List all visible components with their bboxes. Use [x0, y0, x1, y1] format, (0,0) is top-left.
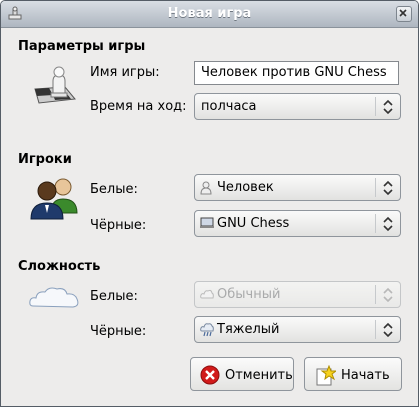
title-bar[interactable]: Новая игра — [1, 1, 418, 28]
white-difficulty-value: Обычный — [217, 287, 281, 302]
cancel-label: Отменить — [225, 368, 293, 383]
white-player-label: Белые: — [90, 182, 138, 197]
close-button[interactable] — [396, 6, 412, 22]
black-difficulty-select[interactable]: Тяжелый — [194, 316, 401, 343]
updown-arrows-icon — [383, 180, 393, 196]
white-difficulty-select[interactable]: Обычный — [194, 281, 401, 308]
new-document-icon — [316, 365, 336, 386]
updown-arrows-icon — [383, 216, 393, 232]
start-label: Начать — [341, 368, 390, 383]
players-heading: Игроки — [18, 152, 72, 167]
cancel-button[interactable]: Отменить — [190, 357, 294, 391]
updown-arrows-icon — [383, 287, 393, 303]
time-per-move-label: Время на ход: — [90, 99, 187, 114]
updown-arrows-icon — [383, 322, 393, 338]
human-icon — [200, 181, 212, 195]
time-per-move-select[interactable]: полчаса — [194, 93, 401, 120]
black-player-select[interactable]: GNU Chess — [194, 210, 401, 237]
players-icon — [30, 178, 78, 220]
white-difficulty-label: Белые: — [90, 289, 138, 304]
computer-icon — [200, 217, 214, 228]
black-difficulty-value: Тяжелый — [217, 322, 280, 337]
cancel-icon — [200, 365, 220, 385]
white-player-value: Человек — [217, 180, 274, 195]
cloud-icon — [200, 289, 214, 299]
black-player-value: GNU Chess — [217, 216, 290, 231]
game-name-input[interactable]: Человек против GNU Chess — [194, 61, 399, 85]
difficulty-heading: Сложность — [18, 259, 101, 274]
chess-board-icon — [34, 66, 76, 104]
storm-cloud-icon — [200, 323, 214, 337]
time-per-move-value: полчаса — [201, 99, 257, 114]
black-player-label: Чёрные: — [90, 218, 147, 233]
game-params-heading: Параметры игры — [18, 39, 146, 54]
black-difficulty-label: Чёрные: — [90, 324, 147, 339]
updown-arrows-icon — [383, 99, 393, 115]
close-icon — [399, 9, 407, 17]
new-game-dialog: Новая игра Параметры игры Имя игры: Чело… — [0, 0, 419, 407]
game-name-label: Имя игры: — [90, 65, 160, 80]
start-button[interactable]: Начать — [304, 357, 402, 391]
white-player-select[interactable]: Человек — [194, 174, 401, 201]
cloud-icon — [29, 287, 79, 308]
window-title: Новая игра — [167, 6, 252, 21]
